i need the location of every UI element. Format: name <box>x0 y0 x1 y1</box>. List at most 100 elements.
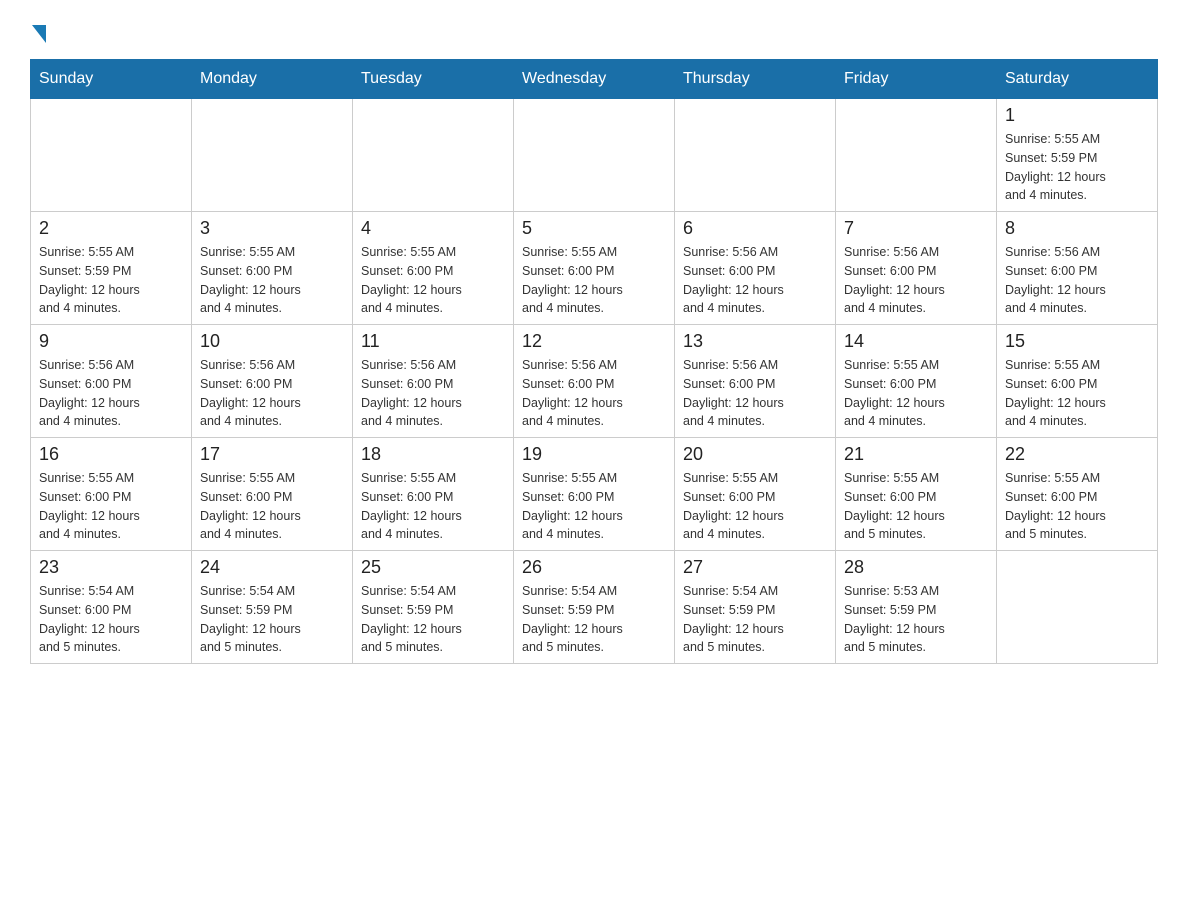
day-number: 13 <box>683 331 827 352</box>
calendar-header-wednesday: Wednesday <box>514 60 675 99</box>
calendar-header-saturday: Saturday <box>997 60 1158 99</box>
day-number: 5 <box>522 218 666 239</box>
day-info: Sunrise: 5:56 AMSunset: 6:00 PMDaylight:… <box>683 243 827 318</box>
day-info: Sunrise: 5:55 AMSunset: 5:59 PMDaylight:… <box>39 243 183 318</box>
calendar-day-cell <box>675 99 836 212</box>
day-number: 4 <box>361 218 505 239</box>
day-number: 18 <box>361 444 505 465</box>
day-number: 6 <box>683 218 827 239</box>
logo-arrow-icon <box>32 25 46 43</box>
day-number: 12 <box>522 331 666 352</box>
calendar-header-monday: Monday <box>192 60 353 99</box>
day-number: 20 <box>683 444 827 465</box>
day-info: Sunrise: 5:55 AMSunset: 6:00 PMDaylight:… <box>522 469 666 544</box>
day-number: 27 <box>683 557 827 578</box>
day-number: 25 <box>361 557 505 578</box>
day-number: 22 <box>1005 444 1149 465</box>
calendar-day-cell: 17 Sunrise: 5:55 AMSunset: 6:00 PMDayligh… <box>192 438 353 551</box>
day-info: Sunrise: 5:54 AMSunset: 6:00 PMDaylight:… <box>39 582 183 657</box>
calendar-day-cell: 21 Sunrise: 5:55 AMSunset: 6:00 PMDayligh… <box>836 438 997 551</box>
day-info: Sunrise: 5:56 AMSunset: 6:00 PMDaylight:… <box>522 356 666 431</box>
day-info: Sunrise: 5:55 AMSunset: 5:59 PMDaylight:… <box>1005 130 1149 205</box>
day-info: Sunrise: 5:55 AMSunset: 6:00 PMDaylight:… <box>844 469 988 544</box>
calendar-day-cell: 16 Sunrise: 5:55 AMSunset: 6:00 PMDayligh… <box>31 438 192 551</box>
calendar-day-cell <box>997 551 1158 664</box>
calendar-day-cell: 26Sunrise: 5:54 AMSunset: 5:59 PMDayligh… <box>514 551 675 664</box>
calendar-day-cell <box>192 99 353 212</box>
day-info: Sunrise: 5:54 AMSunset: 5:59 PMDaylight:… <box>361 582 505 657</box>
calendar-day-cell: 2 Sunrise: 5:55 AMSunset: 5:59 PMDaylight… <box>31 212 192 325</box>
calendar-day-cell: 13 Sunrise: 5:56 AMSunset: 6:00 PMDayligh… <box>675 325 836 438</box>
calendar-week-row: 2 Sunrise: 5:55 AMSunset: 5:59 PMDaylight… <box>31 212 1158 325</box>
day-info: Sunrise: 5:55 AMSunset: 6:00 PMDaylight:… <box>361 469 505 544</box>
page-header <box>30 20 1158 39</box>
day-info: Sunrise: 5:56 AMSunset: 6:00 PMDaylight:… <box>844 243 988 318</box>
calendar-day-cell: 27 Sunrise: 5:54 AMSunset: 5:59 PMDayligh… <box>675 551 836 664</box>
calendar-day-cell: 24 Sunrise: 5:54 AMSunset: 5:59 PMDayligh… <box>192 551 353 664</box>
day-number: 8 <box>1005 218 1149 239</box>
calendar-table: SundayMondayTuesdayWednesdayThursdayFrid… <box>30 59 1158 664</box>
day-number: 19 <box>522 444 666 465</box>
day-info: Sunrise: 5:56 AMSunset: 6:00 PMDaylight:… <box>361 356 505 431</box>
day-number: 26 <box>522 557 666 578</box>
calendar-week-row: 23 Sunrise: 5:54 AMSunset: 6:00 PMDayligh… <box>31 551 1158 664</box>
logo <box>30 20 46 39</box>
calendar-week-row: 16 Sunrise: 5:55 AMSunset: 6:00 PMDayligh… <box>31 438 1158 551</box>
calendar-day-cell: 22 Sunrise: 5:55 AMSunset: 6:00 PMDayligh… <box>997 438 1158 551</box>
day-info: Sunrise: 5:54 AMSunset: 5:59 PMDaylight:… <box>200 582 344 657</box>
day-number: 14 <box>844 331 988 352</box>
calendar-day-cell <box>353 99 514 212</box>
day-info: Sunrise: 5:55 AMSunset: 6:00 PMDaylight:… <box>200 243 344 318</box>
day-number: 17 <box>200 444 344 465</box>
day-number: 11 <box>361 331 505 352</box>
day-number: 21 <box>844 444 988 465</box>
calendar-day-cell: 9 Sunrise: 5:56 AMSunset: 6:00 PMDaylight… <box>31 325 192 438</box>
calendar-header-sunday: Sunday <box>31 60 192 99</box>
calendar-day-cell: 6 Sunrise: 5:56 AMSunset: 6:00 PMDaylight… <box>675 212 836 325</box>
calendar-day-cell: 4 Sunrise: 5:55 AMSunset: 6:00 PMDaylight… <box>353 212 514 325</box>
calendar-day-cell: 10 Sunrise: 5:56 AMSunset: 6:00 PMDayligh… <box>192 325 353 438</box>
calendar-day-cell: 25 Sunrise: 5:54 AMSunset: 5:59 PMDayligh… <box>353 551 514 664</box>
day-number: 28 <box>844 557 988 578</box>
day-number: 7 <box>844 218 988 239</box>
day-info: Sunrise: 5:55 AMSunset: 6:00 PMDaylight:… <box>844 356 988 431</box>
calendar-day-cell: 1 Sunrise: 5:55 AMSunset: 5:59 PMDaylight… <box>997 99 1158 212</box>
day-info: Sunrise: 5:53 AMSunset: 5:59 PMDaylight:… <box>844 582 988 657</box>
calendar-day-cell: 23 Sunrise: 5:54 AMSunset: 6:00 PMDayligh… <box>31 551 192 664</box>
day-info: Sunrise: 5:55 AMSunset: 6:00 PMDaylight:… <box>361 243 505 318</box>
day-info: Sunrise: 5:56 AMSunset: 6:00 PMDaylight:… <box>1005 243 1149 318</box>
calendar-day-cell: 18 Sunrise: 5:55 AMSunset: 6:00 PMDayligh… <box>353 438 514 551</box>
day-info: Sunrise: 5:56 AMSunset: 6:00 PMDaylight:… <box>39 356 183 431</box>
calendar-day-cell: 3Sunrise: 5:55 AMSunset: 6:00 PMDaylight… <box>192 212 353 325</box>
calendar-day-cell: 11 Sunrise: 5:56 AMSunset: 6:00 PMDayligh… <box>353 325 514 438</box>
day-number: 10 <box>200 331 344 352</box>
calendar-header-friday: Friday <box>836 60 997 99</box>
calendar-day-cell: 8 Sunrise: 5:56 AMSunset: 6:00 PMDaylight… <box>997 212 1158 325</box>
calendar-day-cell: 7 Sunrise: 5:56 AMSunset: 6:00 PMDaylight… <box>836 212 997 325</box>
day-info: Sunrise: 5:55 AMSunset: 6:00 PMDaylight:… <box>1005 356 1149 431</box>
day-number: 15 <box>1005 331 1149 352</box>
day-info: Sunrise: 5:55 AMSunset: 6:00 PMDaylight:… <box>200 469 344 544</box>
day-info: Sunrise: 5:55 AMSunset: 6:00 PMDaylight:… <box>522 243 666 318</box>
day-number: 2 <box>39 218 183 239</box>
calendar-day-cell: 14 Sunrise: 5:55 AMSunset: 6:00 PMDayligh… <box>836 325 997 438</box>
day-number: 9 <box>39 331 183 352</box>
day-info: Sunrise: 5:55 AMSunset: 6:00 PMDaylight:… <box>1005 469 1149 544</box>
day-info: Sunrise: 5:54 AMSunset: 5:59 PMDaylight:… <box>683 582 827 657</box>
day-info: Sunrise: 5:55 AMSunset: 6:00 PMDaylight:… <box>39 469 183 544</box>
calendar-day-cell: 19 Sunrise: 5:55 AMSunset: 6:00 PMDayligh… <box>514 438 675 551</box>
day-info: Sunrise: 5:56 AMSunset: 6:00 PMDaylight:… <box>200 356 344 431</box>
calendar-week-row: 1 Sunrise: 5:55 AMSunset: 5:59 PMDaylight… <box>31 99 1158 212</box>
calendar-day-cell: 5 Sunrise: 5:55 AMSunset: 6:00 PMDaylight… <box>514 212 675 325</box>
calendar-day-cell <box>514 99 675 212</box>
day-number: 24 <box>200 557 344 578</box>
calendar-day-cell: 28 Sunrise: 5:53 AMSunset: 5:59 PMDayligh… <box>836 551 997 664</box>
day-info: Sunrise: 5:56 AMSunset: 6:00 PMDaylight:… <box>683 356 827 431</box>
day-number: 16 <box>39 444 183 465</box>
calendar-header-row: SundayMondayTuesdayWednesdayThursdayFrid… <box>31 60 1158 99</box>
day-number: 23 <box>39 557 183 578</box>
day-number: 1 <box>1005 105 1149 126</box>
calendar-header-thursday: Thursday <box>675 60 836 99</box>
day-info: Sunrise: 5:55 AMSunset: 6:00 PMDaylight:… <box>683 469 827 544</box>
calendar-day-cell: 12 Sunrise: 5:56 AMSunset: 6:00 PMDayligh… <box>514 325 675 438</box>
